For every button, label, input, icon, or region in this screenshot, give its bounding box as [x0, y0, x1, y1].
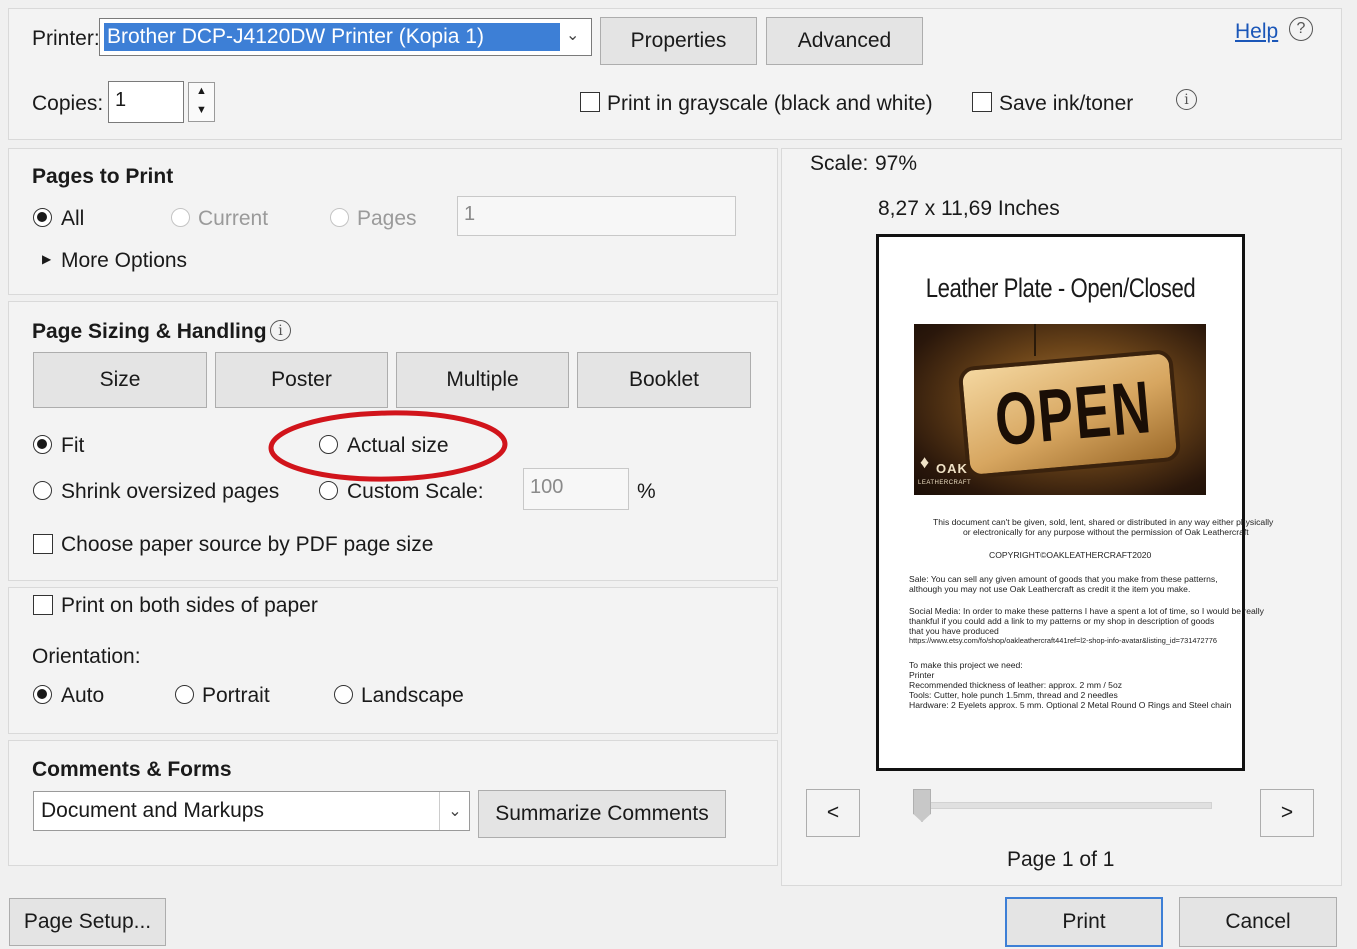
- actual-size-radio[interactable]: [319, 435, 338, 454]
- preview-text-line: https://www.etsy.com/fo/shop/oakleatherc…: [909, 636, 1217, 645]
- page-sizing-title: Page Sizing & Handling: [32, 320, 267, 343]
- tab-poster[interactable]: Poster: [215, 352, 388, 408]
- preview-photo: OPEN ♦ OAK LEATHERCRAFT: [914, 324, 1206, 495]
- portrait-label: Portrait: [202, 684, 270, 707]
- orientation-label: Orientation:: [32, 645, 141, 668]
- auto-label: Auto: [61, 684, 105, 707]
- portrait-radio[interactable]: [175, 685, 194, 704]
- preview-text-line: This document can't be given, sold, lent…: [933, 517, 1274, 527]
- landscape-radio[interactable]: [334, 685, 353, 704]
- tab-booklet[interactable]: Booklet: [577, 352, 751, 408]
- auto-radio[interactable]: [33, 685, 52, 704]
- print-button[interactable]: Print: [1005, 897, 1163, 947]
- preview-text-line: Printer: [909, 670, 935, 680]
- tab-size[interactable]: Size: [33, 352, 207, 408]
- all-label: All: [61, 207, 85, 230]
- page-setup-button[interactable]: Page Setup...: [9, 898, 166, 946]
- save-ink-checkbox[interactable]: [972, 92, 992, 112]
- preview-text-line: although you may not use Oak Leathercraf…: [909, 584, 1191, 594]
- sizing-info-icon[interactable]: i: [270, 320, 291, 341]
- preview-sign: OPEN: [957, 348, 1182, 480]
- cancel-button[interactable]: Cancel: [1179, 897, 1337, 947]
- preview-text-line: thankful if you could add a link to my p…: [909, 616, 1215, 626]
- page-slider-track[interactable]: [914, 802, 1212, 809]
- both-sides-checkbox[interactable]: [33, 595, 53, 615]
- fit-radio[interactable]: [33, 435, 52, 454]
- info-icon[interactable]: i: [1176, 89, 1197, 110]
- chevron-down-icon: ⌄: [566, 27, 580, 44]
- actual-size-label: Actual size: [347, 434, 449, 457]
- shrink-label: Shrink oversized pages: [61, 480, 280, 503]
- help-question-icon[interactable]: ?: [1289, 17, 1313, 41]
- fit-label: Fit: [61, 434, 85, 457]
- preview-text-line: Sale: You can sell any given amount of g…: [909, 574, 1218, 584]
- all-radio[interactable]: [33, 208, 52, 227]
- preview-doc-title: Leather Plate - Open/Closed: [925, 273, 1196, 303]
- page-dimensions: 8,27 x 11,69 Inches: [878, 197, 1060, 220]
- page-indicator: Page 1 of 1: [1007, 848, 1115, 871]
- preview-text-line: To make this project we need:: [909, 660, 1023, 670]
- grayscale-checkbox[interactable]: [580, 92, 600, 112]
- prev-page-button[interactable]: <: [806, 789, 860, 837]
- advanced-button[interactable]: Advanced: [766, 17, 923, 65]
- help-link[interactable]: Help: [1235, 20, 1278, 44]
- scale-label: Scale:: [810, 152, 869, 175]
- comments-title: Comments & Forms: [32, 758, 232, 781]
- preview-text-line: COPYRIGHT©OAKLEATHERCRAFT2020: [989, 550, 1152, 560]
- comments-chevron-down-icon: ⌄: [439, 792, 470, 830]
- preview-text-line: Social Media: In order to make these pat…: [909, 606, 1264, 616]
- paper-source-checkbox[interactable]: [33, 534, 53, 554]
- custom-scale-radio[interactable]: [319, 481, 338, 500]
- preview-text-line: or electronically for any purpose withou…: [963, 527, 1249, 537]
- current-radio[interactable]: [171, 208, 190, 227]
- current-label: Current: [198, 207, 269, 230]
- pages-to-print-title: Pages to Print: [32, 165, 174, 188]
- more-options-link[interactable]: More Options: [61, 249, 187, 273]
- comments-select-value: Document and Markups: [41, 799, 264, 822]
- save-ink-label: Save ink/toner: [999, 92, 1134, 115]
- properties-button[interactable]: Properties: [600, 17, 757, 65]
- page-preview: Leather Plate - Open/Closed OPEN ♦ OAK L…: [876, 234, 1273, 771]
- preview-text-line: that you have produced: [909, 626, 999, 636]
- copies-stepper[interactable]: ▲ ▼: [188, 82, 215, 122]
- landscape-label: Landscape: [361, 684, 464, 707]
- shrink-radio[interactable]: [33, 481, 52, 500]
- percent-label: %: [637, 480, 656, 503]
- preview-brand: OAK: [936, 461, 968, 476]
- comments-select[interactable]: Document and Markups ⌄: [33, 791, 470, 831]
- expand-triangle-icon[interactable]: ▶: [42, 252, 51, 266]
- copies-input[interactable]: 1: [108, 81, 184, 123]
- caret-up-icon[interactable]: ▲: [196, 85, 207, 97]
- preview-sign-text: OPEN: [991, 364, 1155, 462]
- printer-select[interactable]: Brother DCP-J4120DW Printer (Kopia 1) ⌄: [99, 18, 592, 56]
- both-sides-label: Print on both sides of paper: [61, 594, 318, 617]
- printer-select-value: Brother DCP-J4120DW Printer (Kopia 1): [104, 23, 560, 51]
- preview-brand-sub: LEATHERCRAFT: [918, 480, 972, 486]
- preview-text-line: Tools: Cutter, hole punch 1.5mm, thread …: [909, 690, 1118, 700]
- pages-label: Pages: [357, 207, 417, 230]
- preview-text-line: Hardware: 2 Eyelets approx. 5 mm. Option…: [909, 700, 1232, 710]
- copies-label: Copies:: [32, 92, 104, 115]
- pages-range-input[interactable]: 1: [457, 196, 736, 236]
- custom-scale-label: Custom Scale:: [347, 480, 484, 503]
- scale-value: 97%: [875, 152, 918, 175]
- paper-source-label: Choose paper source by PDF page size: [61, 533, 434, 556]
- next-page-button[interactable]: >: [1260, 789, 1314, 837]
- summarize-comments-button[interactable]: Summarize Comments: [478, 790, 726, 838]
- grayscale-label: Print in grayscale (black and white): [607, 92, 933, 115]
- preview-chain: [1034, 324, 1036, 356]
- custom-scale-input[interactable]: 100: [523, 468, 629, 510]
- pages-radio[interactable]: [330, 208, 349, 227]
- tab-multiple[interactable]: Multiple: [396, 352, 569, 408]
- preview-text-line: Recommended thickness of leather: approx…: [909, 680, 1123, 690]
- oak-tree-icon: ♦: [920, 452, 930, 472]
- printer-label: Printer:: [32, 27, 100, 50]
- caret-down-icon[interactable]: ▼: [196, 104, 207, 116]
